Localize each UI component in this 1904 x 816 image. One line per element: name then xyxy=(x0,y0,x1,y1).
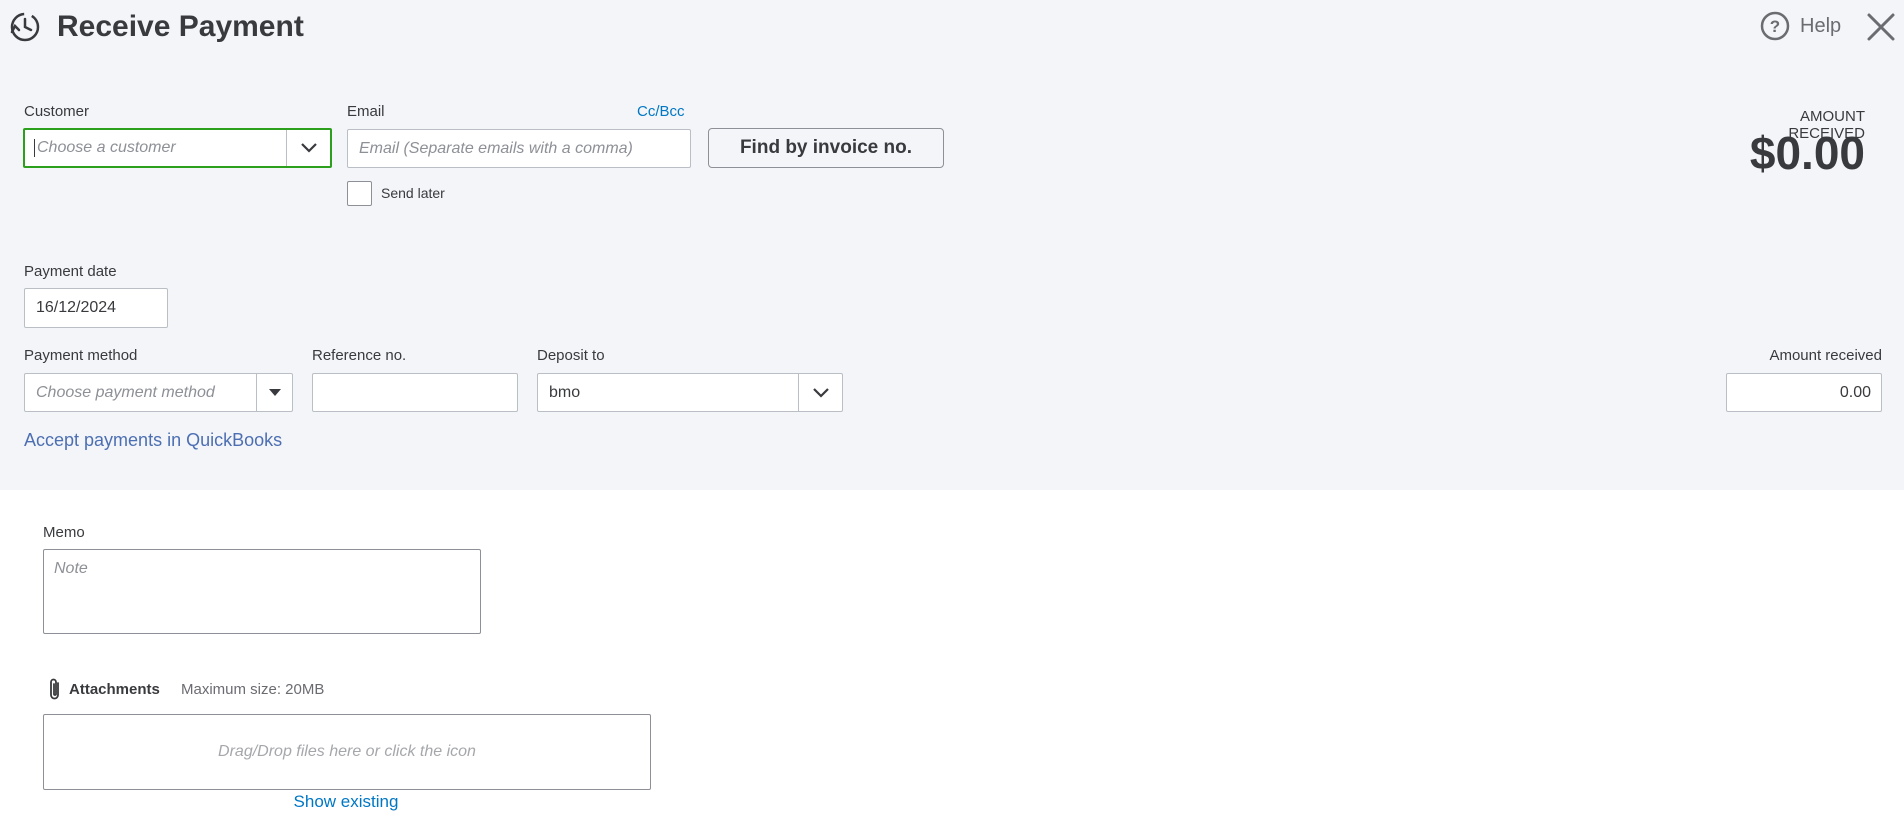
payment-date-input[interactable]: 16/12/2024 xyxy=(24,288,168,328)
form-header-panel xyxy=(0,0,1904,490)
recent-transactions-icon[interactable] xyxy=(8,10,42,44)
caret-down-icon xyxy=(268,388,281,396)
chevron-down-icon xyxy=(812,387,829,398)
customer-label: Customer xyxy=(24,103,90,120)
dropzone-text: Drag/Drop files here or click the icon xyxy=(218,743,476,760)
help-button[interactable]: ? Help xyxy=(1760,11,1841,41)
amount-received-input[interactable]: 0.00 xyxy=(1726,373,1882,412)
deposit-to-dropdown-button[interactable] xyxy=(798,374,842,411)
paperclip-icon[interactable] xyxy=(47,677,63,701)
payment-method-placeholder: Choose payment method xyxy=(36,383,215,401)
amount-received-summary-value: $0.00 xyxy=(1749,127,1865,179)
payment-method-dropdown-button[interactable] xyxy=(256,374,292,411)
customer-select[interactable]: Choose a customer xyxy=(23,128,332,168)
email-label: Email xyxy=(347,103,385,120)
customer-placeholder: Choose a customer xyxy=(37,139,176,156)
deposit-to-select[interactable]: bmo xyxy=(537,373,843,412)
amount-received-value: 0.00 xyxy=(1839,383,1871,401)
memo-placeholder: Note xyxy=(54,560,88,577)
deposit-to-value: bmo xyxy=(549,383,581,401)
customer-input[interactable]: Choose a customer xyxy=(25,130,286,166)
accept-payments-link[interactable]: Accept payments in QuickBooks xyxy=(24,430,282,451)
memo-textarea[interactable]: Note xyxy=(43,549,481,634)
page-title: Receive Payment xyxy=(57,10,304,43)
send-later-label: Send later xyxy=(381,185,445,201)
payment-date-label: Payment date xyxy=(24,263,117,280)
reference-input[interactable] xyxy=(312,373,518,412)
attachments-max-size: Maximum size: 20MB xyxy=(181,681,325,698)
payment-date-value: 16/12/2024 xyxy=(36,299,117,316)
deposit-to-label: Deposit to xyxy=(537,347,605,364)
customer-dropdown-button[interactable] xyxy=(286,130,330,166)
chevron-down-icon xyxy=(300,143,317,153)
attachments-dropzone[interactable]: Drag/Drop files here or click the icon xyxy=(43,714,651,790)
cc-bcc-link[interactable]: Cc/Bcc xyxy=(637,103,685,120)
payment-method-label: Payment method xyxy=(24,347,138,364)
payment-method-select[interactable]: Choose payment method xyxy=(24,373,293,412)
attachments-header: Attachments xyxy=(47,677,160,701)
email-placeholder: Email (Separate emails with a comma) xyxy=(359,139,633,157)
email-input[interactable]: Email (Separate emails with a comma) xyxy=(347,129,691,168)
close-icon[interactable] xyxy=(1866,12,1896,42)
attachments-label: Attachments xyxy=(69,680,160,698)
help-label: Help xyxy=(1800,14,1842,37)
help-icon: ? xyxy=(1760,11,1790,41)
show-existing-link[interactable]: Show existing xyxy=(240,792,452,812)
svg-text:?: ? xyxy=(1770,17,1780,36)
find-by-invoice-label: Find by invoice no. xyxy=(739,137,913,158)
amount-received-label: Amount received xyxy=(1769,347,1882,364)
memo-label: Memo xyxy=(43,524,85,541)
send-later-checkbox[interactable] xyxy=(347,181,372,206)
reference-label: Reference no. xyxy=(312,347,407,364)
find-by-invoice-button[interactable]: Find by invoice no. xyxy=(708,128,944,168)
